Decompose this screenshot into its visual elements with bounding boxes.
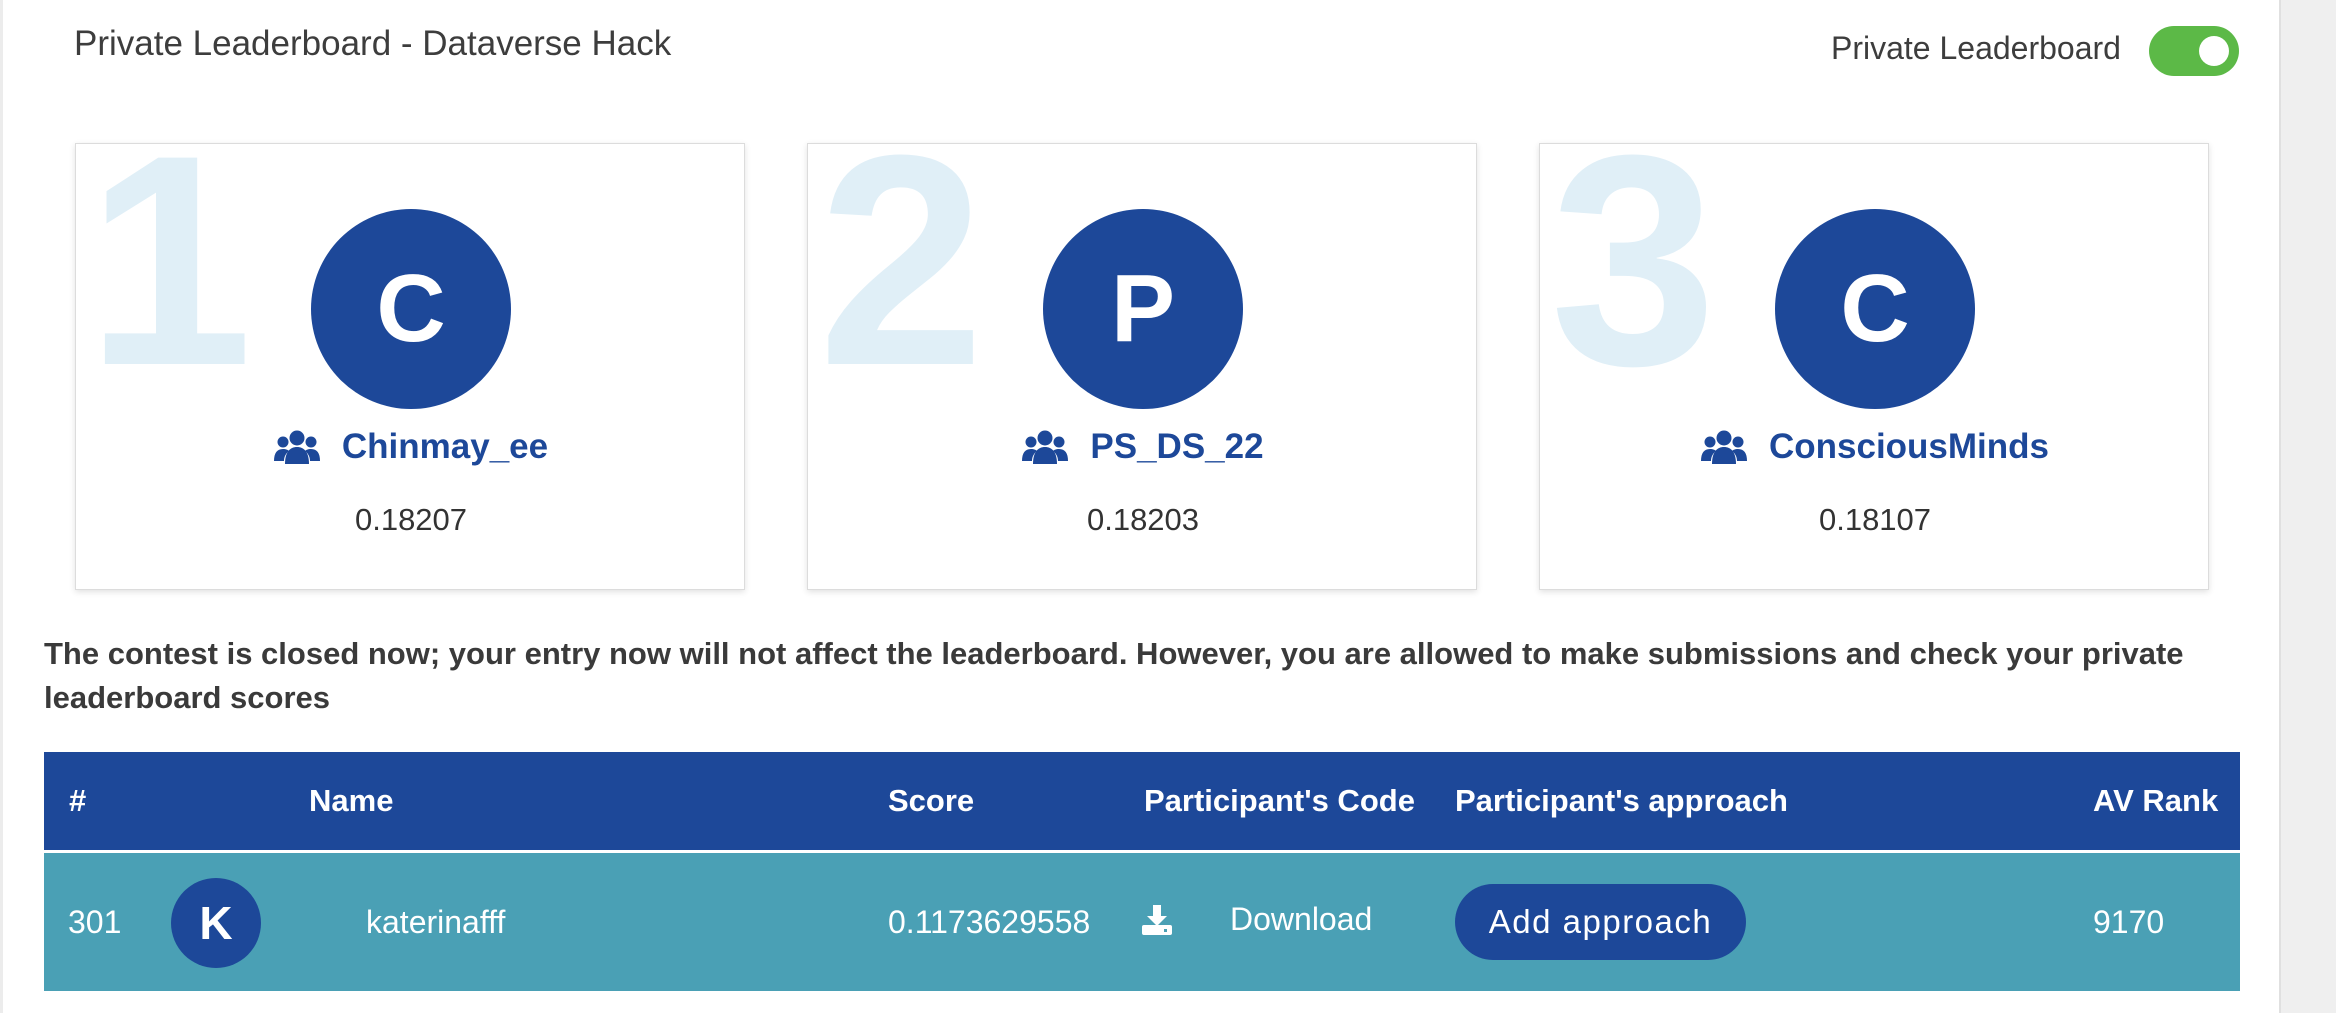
podium-team-line: Chinmay_ee [76, 427, 744, 467]
row-av-rank: 9170 [2093, 904, 2165, 940]
avatar: P [1043, 209, 1243, 409]
podium-score: 0.18107 [1818, 502, 1932, 537]
team-icon [1022, 430, 1069, 464]
avatar: C [311, 209, 511, 409]
download-link[interactable]: Download [1230, 853, 1372, 985]
podium-score: 0.18207 [354, 502, 468, 537]
column-header-score: Score [888, 783, 975, 818]
right-gutter-divider [2279, 0, 2281, 1013]
podium-card-3: 3 C ConsciousMinds 0.18107 [1539, 143, 2209, 590]
avatar: K [171, 878, 261, 968]
private-leaderboard-toggle[interactable] [2149, 26, 2239, 76]
table-row: 301 K katerinafff 0.1173629558 Download … [44, 853, 2240, 991]
team-name-link[interactable]: Chinmay_ee [342, 427, 548, 467]
podium-rank-number: 2 [818, 143, 985, 428]
left-border [0, 0, 3, 1013]
team-icon [273, 430, 320, 464]
avatar: C [1775, 209, 1975, 409]
podium-rank-number: 1 [86, 143, 253, 428]
row-name-link[interactable]: katerinafff [366, 853, 505, 991]
team-icon [1700, 430, 1747, 464]
column-header-av-rank: AV Rank [2093, 783, 2219, 818]
contest-closed-notice: The contest is closed now; your entry no… [44, 636, 2184, 715]
page-title: Private Leaderboard - Dataverse Hack [74, 24, 672, 63]
podium-card-1: 1 C Chinmay_ee 0.18207 [75, 143, 745, 590]
row-rank: 301 [68, 904, 122, 940]
podium-team-line: ConsciousMinds [1540, 427, 2208, 467]
podium-team-line: PS_DS_22 [808, 427, 1476, 467]
podium-rank-number: 3 [1550, 143, 1717, 428]
column-header-approach: Participant's approach [1455, 783, 1788, 818]
team-name-link[interactable]: ConsciousMinds [1769, 427, 2049, 467]
column-header-name: Name [309, 783, 394, 818]
right-gutter [2279, 0, 2336, 1013]
leaderboard-table: # Name Score Participant's Code Particip… [44, 752, 2240, 991]
leaderboard-page: Private Leaderboard - Dataverse Hack Pri… [0, 0, 2336, 1013]
private-leaderboard-toggle-label: Private Leaderboard [1831, 30, 2121, 66]
team-name-link[interactable]: PS_DS_22 [1090, 427, 1263, 467]
podium-score: 0.18203 [1086, 502, 1200, 537]
row-score: 0.1173629558 [888, 904, 1091, 940]
add-approach-button[interactable]: Add approach [1455, 884, 1746, 960]
column-header-code: Participant's Code [1144, 783, 1415, 818]
toggle-knob [2199, 36, 2229, 66]
column-header-rank: # [69, 783, 87, 818]
table-header-row: # Name Score Participant's Code Particip… [44, 752, 2240, 850]
download-icon[interactable] [1142, 905, 1172, 940]
podium-card-2: 2 P PS_DS_22 0.18203 [807, 143, 1477, 590]
